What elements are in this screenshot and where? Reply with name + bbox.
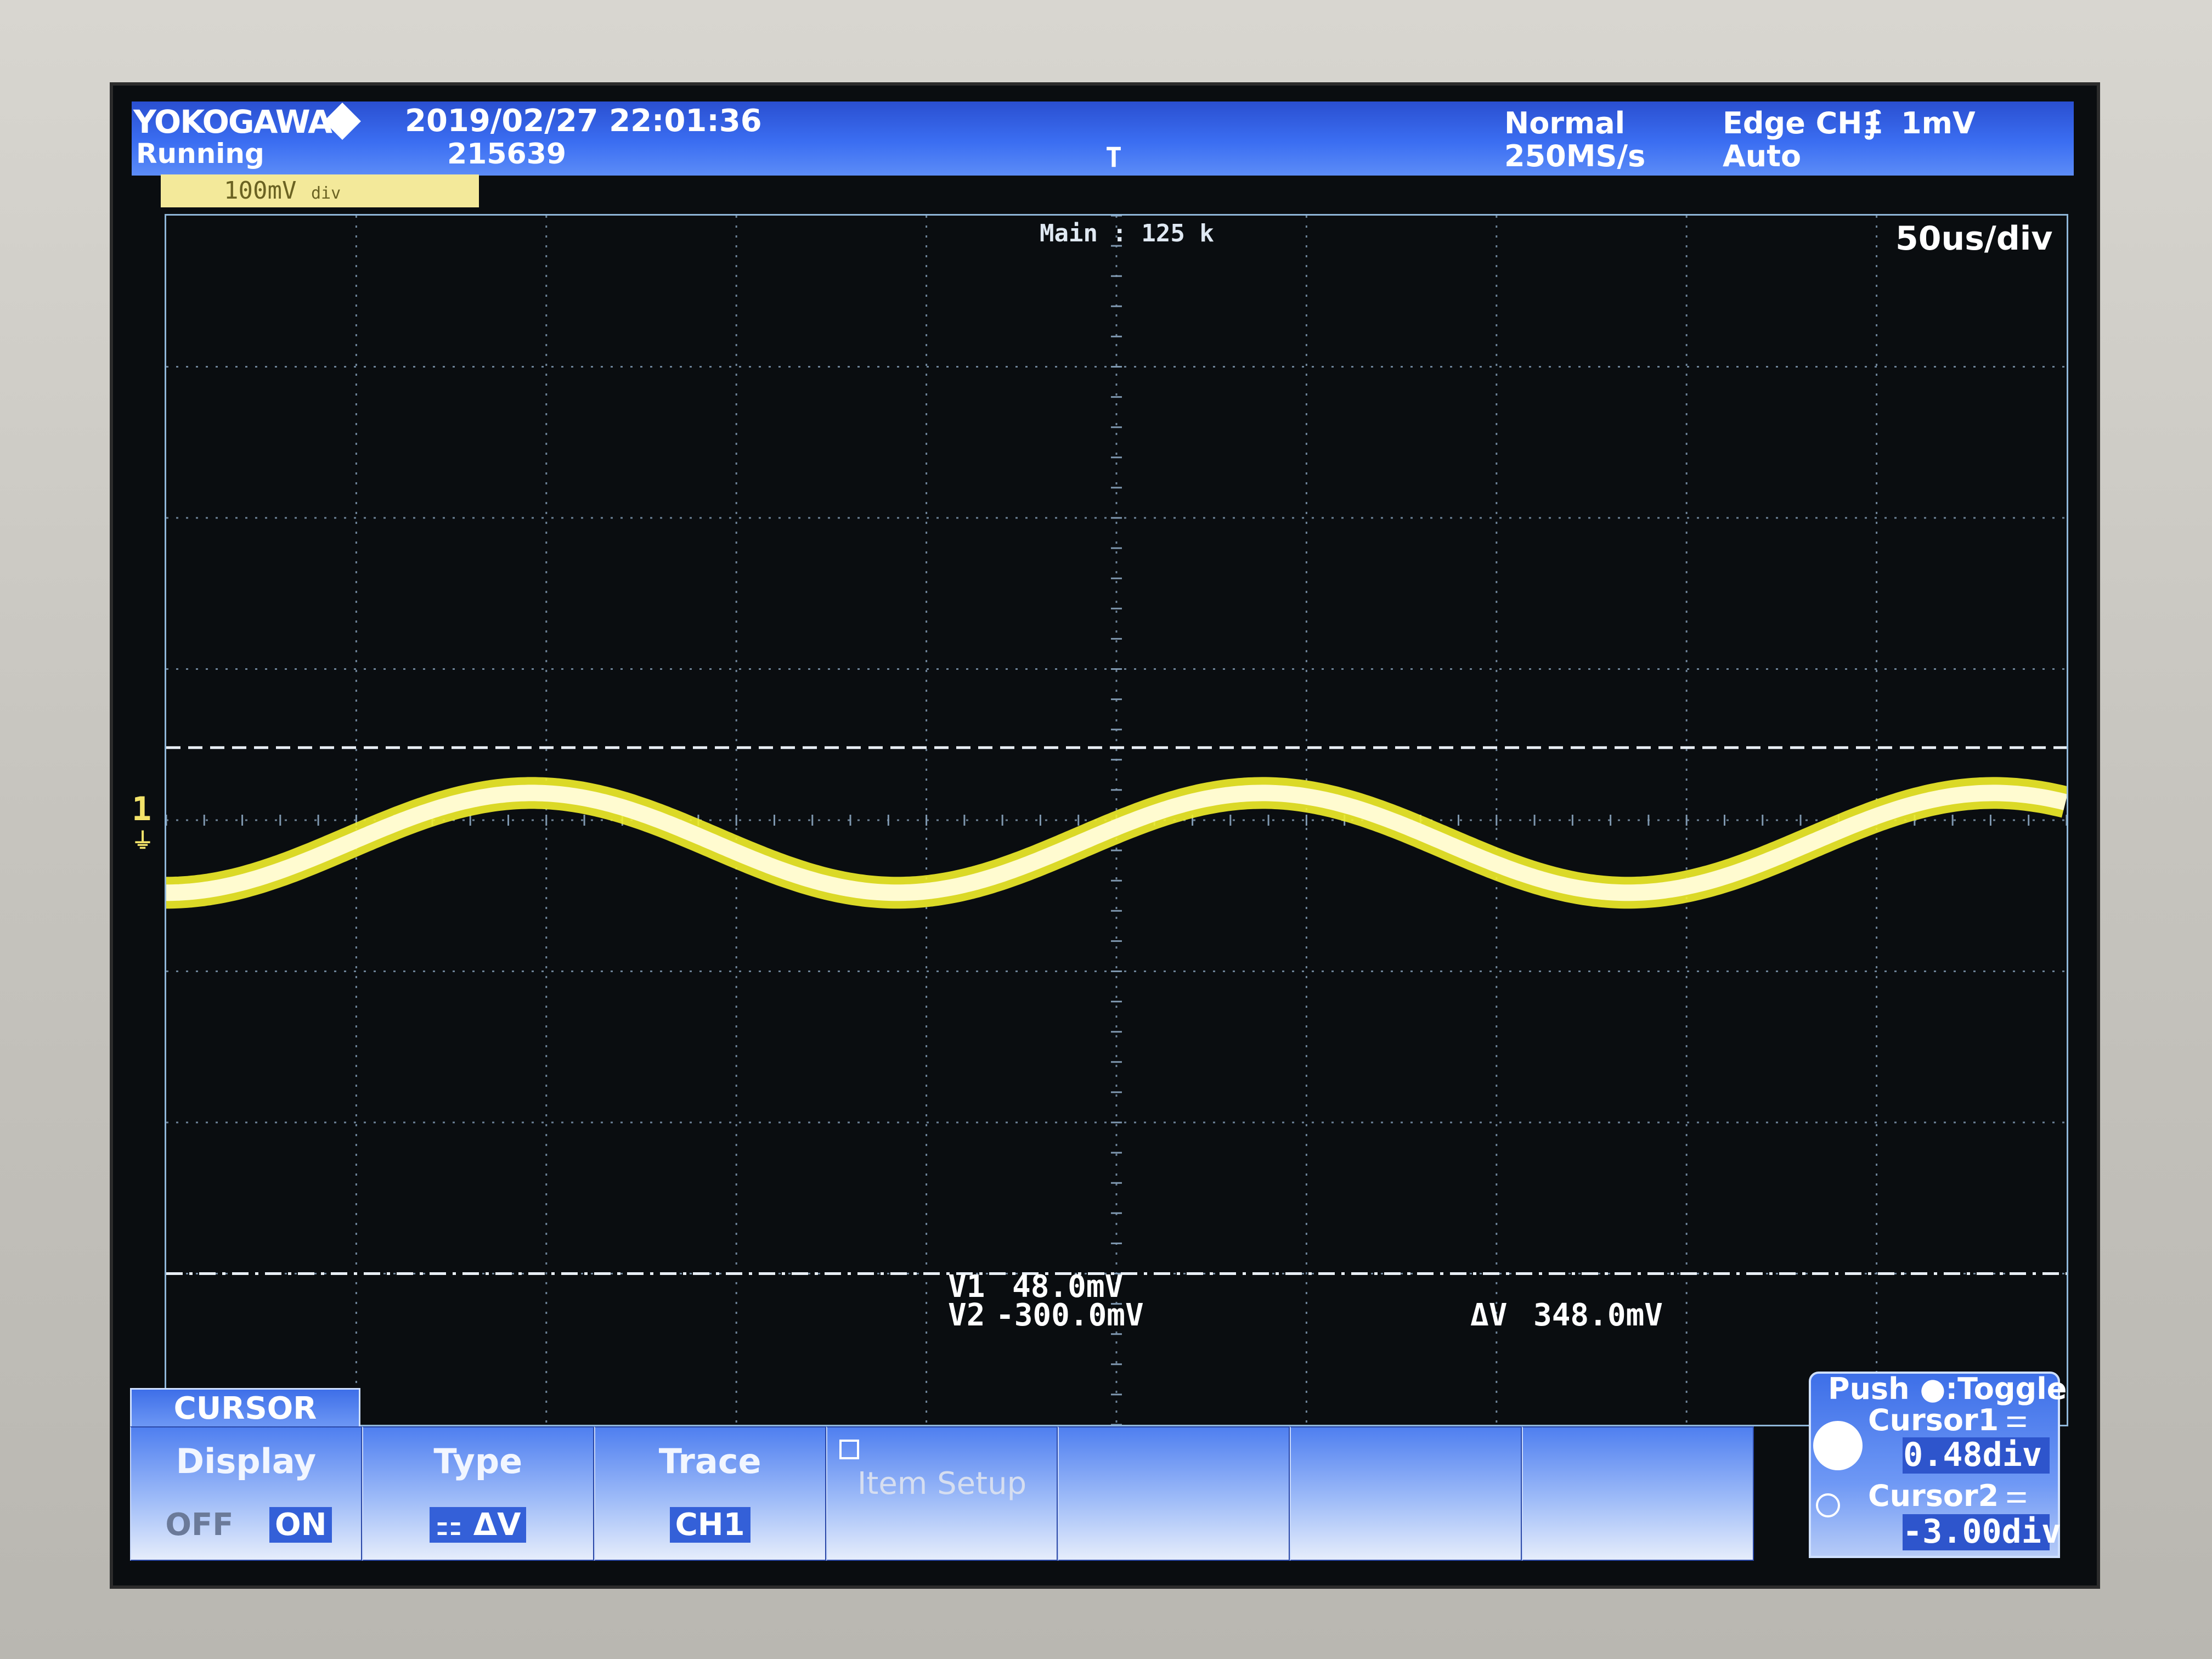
cursor1-label: Cursor1 <box>1868 1403 1999 1437</box>
cursor2-label: Cursor2 <box>1868 1479 1999 1513</box>
timebase: 50us/div <box>1895 219 2053 258</box>
cursor1-marker-icon: ⚌ <box>2005 1403 2028 1433</box>
empty-softkey-6[interactable] <box>1290 1426 1522 1561</box>
trigger-position-marker: T <box>1105 142 1122 173</box>
v2-value: -300.0mV <box>996 1297 1144 1333</box>
delta-v-value: 348.0mV <box>1533 1297 1663 1333</box>
ground-marker-icon: 1 ⏚ <box>132 790 154 854</box>
cursor1-radio[interactable] <box>1813 1421 1863 1470</box>
type-softkey[interactable]: Type ⚏ ΔV <box>362 1426 594 1561</box>
trace-softkey[interactable]: Trace CH1 <box>594 1426 826 1561</box>
cursor2-value[interactable]: -3.00div <box>1903 1514 2061 1550</box>
type-value: ΔV <box>473 1507 521 1543</box>
record-length: Main : 125 k <box>1040 219 1214 247</box>
waveform-display <box>165 214 2068 1426</box>
trace-softkey-title: Trace <box>658 1441 761 1481</box>
item-setup-softkey[interactable]: Item Setup <box>826 1426 1058 1561</box>
trigger-source: Edge CH1 <box>1723 106 1883 140</box>
display-softkey[interactable]: Display OFF ON <box>130 1426 362 1561</box>
jog-hint: Push ●:Toggle <box>1828 1372 2067 1406</box>
v2-label: V2 <box>948 1297 985 1333</box>
horizontal-cursors-icon: ⚏ <box>435 1507 473 1543</box>
graticule <box>166 216 2067 1425</box>
display-options: OFF ON <box>131 1507 361 1543</box>
rising-edge-icon: ⨍ <box>1864 105 1882 140</box>
channel-scale: 100mV <box>224 177 297 205</box>
sample-rate: 250MS/s <box>1504 139 1646 173</box>
channel-scale-unit: div <box>311 184 341 203</box>
trace-options: CH1 <box>595 1507 825 1543</box>
trace-value[interactable]: CH1 <box>669 1507 751 1543</box>
empty-softkey-5[interactable] <box>1058 1426 1290 1561</box>
softkey-menu: Display OFF ON Type ⚏ ΔV Trace CH1 Item … <box>130 1426 1754 1561</box>
channel-scale-label: 100mV div <box>161 174 479 207</box>
display-option-off[interactable]: OFF <box>160 1507 239 1543</box>
acquisition-count: 215639 <box>447 138 567 171</box>
trigger-mode: Normal <box>1504 106 1626 140</box>
cursor2-radio[interactable] <box>1816 1493 1840 1517</box>
delta-v-label: ΔV <box>1470 1297 1508 1333</box>
brand-logo: YOKOGAWA <box>133 103 332 140</box>
type-softkey-title: Type <box>433 1441 523 1481</box>
run-status: Running <box>136 138 264 170</box>
trigger-level: 1mV <box>1901 106 1976 140</box>
cursor1-value[interactable]: 0.48div <box>1903 1437 2050 1474</box>
cursor2-marker-icon: ⚌ <box>2005 1479 2028 1509</box>
item-setup-title: Item Setup <box>857 1466 1027 1502</box>
display-option-on[interactable]: ON <box>269 1507 332 1543</box>
menu-title-cursor: CURSOR <box>130 1388 360 1427</box>
display-softkey-title: Display <box>176 1441 317 1481</box>
empty-softkey-7[interactable] <box>1522 1426 1754 1561</box>
trigger-auto: Auto <box>1723 139 1802 173</box>
checkbox-icon <box>839 1440 859 1459</box>
type-option-selected[interactable]: ⚏ ΔV <box>430 1507 527 1543</box>
datetime: 2019/02/27 22:01:36 <box>405 103 762 139</box>
type-options: ⚏ ΔV <box>363 1507 593 1543</box>
